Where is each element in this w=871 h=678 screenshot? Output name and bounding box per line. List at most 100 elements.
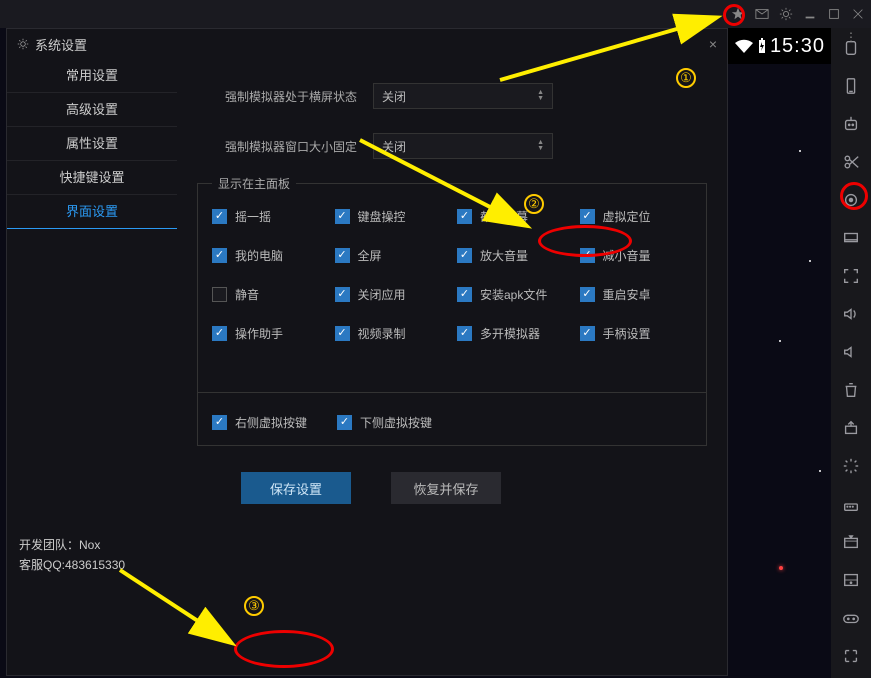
nav-item-2[interactable]: 属性设置 <box>7 127 177 161</box>
checkbox-键盘操控[interactable]: 键盘操控 <box>335 208 448 225</box>
select-force-fixedsize[interactable]: 关闭 ▲▼ <box>373 133 553 159</box>
checkbox-label: 视频录制 <box>358 325 406 342</box>
label-force-landscape: 强制模拟器处于横屏状态 <box>197 88 357 105</box>
checkbox-label: 操作助手 <box>235 325 283 342</box>
checkbox-全屏[interactable]: 全屏 <box>335 247 448 264</box>
nav-item-1[interactable]: 高级设置 <box>7 93 177 127</box>
checkbox-label: 虚拟定位 <box>603 208 651 225</box>
checkbox-下侧虚拟按键[interactable]: 下侧虚拟按键 <box>337 414 432 431</box>
checkbox-box-icon <box>580 248 595 263</box>
more-dots-icon[interactable]: ⋮ <box>845 30 857 44</box>
app-titlebar <box>0 0 871 28</box>
keyboard-drawer-icon[interactable] <box>841 532 861 552</box>
dialog-footer: 保存设置 恢复并保存 <box>197 446 707 504</box>
expand-icon[interactable] <box>841 646 861 666</box>
checkbox-box-icon <box>457 248 472 263</box>
checkbox-静音[interactable]: 静音 <box>212 286 325 303</box>
settings-dialog: 系统设置 × 常用设置高级设置属性设置快捷键设置界面设置 强制模拟器处于横屏状态… <box>6 28 728 676</box>
checkbox-放大音量[interactable]: 放大音量 <box>457 247 570 264</box>
checkbox-label: 下侧虚拟按键 <box>360 414 432 431</box>
maximize-icon[interactable] <box>827 7 841 21</box>
group-virtual-keys: 右侧虚拟按键 下侧虚拟按键 <box>197 392 707 446</box>
checkbox-box-icon <box>457 287 472 302</box>
checkbox-label: 摇一摇 <box>235 208 271 225</box>
checkbox-label: 重启安卓 <box>603 286 651 303</box>
loading-icon[interactable] <box>841 456 861 476</box>
dev-info: 开发团队：Nox 客服QQ:483615330 <box>19 535 125 575</box>
drawer-icon[interactable] <box>841 570 861 590</box>
checkbox-label: 减小音量 <box>603 247 651 264</box>
dialog-title: 系统设置 <box>35 35 87 54</box>
checkbox-减小音量[interactable]: 减小音量 <box>580 247 693 264</box>
nav-item-3[interactable]: 快捷键设置 <box>7 161 177 195</box>
checkbox-box-icon <box>580 326 595 341</box>
checkbox-右侧虚拟按键[interactable]: 右侧虚拟按键 <box>212 414 307 431</box>
checkbox-box-icon <box>212 287 227 302</box>
display-icon[interactable] <box>841 228 861 248</box>
checkbox-多开模拟器[interactable]: 多开模拟器 <box>457 325 570 342</box>
checkbox-label: 安装apk文件 <box>480 286 547 303</box>
fullscreen-icon[interactable] <box>841 266 861 286</box>
checkbox-box-icon <box>580 209 595 224</box>
star-decoration <box>779 566 783 570</box>
checkbox-label: 我的电脑 <box>235 247 283 264</box>
checkbox-关闭应用[interactable]: 关闭应用 <box>335 286 448 303</box>
checkbox-box-icon <box>335 326 350 341</box>
checkbox-label: 多开模拟器 <box>480 325 540 342</box>
phone-icon[interactable] <box>841 76 861 96</box>
dialog-header: 系统设置 × <box>7 29 727 59</box>
checkbox-box-icon <box>212 415 227 430</box>
checkbox-box-icon <box>212 248 227 263</box>
settings-nav: 常用设置高级设置属性设置快捷键设置界面设置 <box>7 59 177 675</box>
checkbox-虚拟定位[interactable]: 虚拟定位 <box>580 208 693 225</box>
gear-icon <box>17 38 29 50</box>
checkbox-截取屏幕[interactable]: 截取屏幕 <box>457 208 570 225</box>
checkbox-label: 右侧虚拟按键 <box>235 414 307 431</box>
trash-icon[interactable] <box>841 380 861 400</box>
save-button-label: 保存设置 <box>270 479 322 498</box>
emulator-right-toolbar: ⋮ <box>831 28 871 678</box>
checkbox-box-icon <box>580 287 595 302</box>
mouse-icon[interactable] <box>841 494 861 514</box>
checkbox-视频录制[interactable]: 视频录制 <box>335 325 448 342</box>
dialog-close-icon[interactable]: × <box>709 36 717 52</box>
pin-icon[interactable] <box>731 7 745 21</box>
restore-button[interactable]: 恢复并保存 <box>391 472 501 504</box>
volume-up-icon[interactable] <box>841 304 861 324</box>
checkbox-box-icon <box>335 287 350 302</box>
settings-content: 强制模拟器处于横屏状态 关闭 ▲▼ 强制模拟器窗口大小固定 关闭 ▲▼ 显示在主… <box>177 59 727 675</box>
select-force-landscape[interactable]: 关闭 ▲▼ <box>373 83 553 109</box>
checkbox-重启安卓[interactable]: 重启安卓 <box>580 286 693 303</box>
location-icon[interactable] <box>841 190 861 210</box>
gamepad-icon[interactable] <box>841 608 861 628</box>
checkbox-label: 放大音量 <box>480 247 528 264</box>
checkbox-label: 截取屏幕 <box>480 208 528 225</box>
select-value: 关闭 <box>382 88 406 105</box>
checkbox-label: 键盘操控 <box>358 208 406 225</box>
close-icon[interactable] <box>851 7 865 21</box>
star-decoration <box>779 340 781 342</box>
nav-item-0[interactable]: 常用设置 <box>7 59 177 93</box>
nav-item-4[interactable]: 界面设置 <box>7 195 177 229</box>
checkbox-安装apk文件[interactable]: 安装apk文件 <box>457 286 570 303</box>
volume-down-icon[interactable] <box>841 342 861 362</box>
gear-icon[interactable] <box>779 7 793 21</box>
minimize-icon[interactable] <box>803 7 817 21</box>
checkbox-box-icon <box>337 415 352 430</box>
checkbox-手柄设置[interactable]: 手柄设置 <box>580 325 693 342</box>
checkbox-摇一摇[interactable]: 摇一摇 <box>212 208 325 225</box>
mail-icon[interactable] <box>755 7 769 21</box>
apk-icon[interactable] <box>841 418 861 438</box>
scissors-icon[interactable] <box>841 152 861 172</box>
save-button[interactable]: 保存设置 <box>241 472 351 504</box>
form-row-fixedsize: 强制模拟器窗口大小固定 关闭 ▲▼ <box>197 133 707 159</box>
robot-icon[interactable] <box>841 114 861 134</box>
battery-icon <box>758 38 766 54</box>
checkbox-操作助手[interactable]: 操作助手 <box>212 325 325 342</box>
checkbox-label: 静音 <box>235 286 259 303</box>
checkbox-label: 全屏 <box>358 247 382 264</box>
checkbox-我的电脑[interactable]: 我的电脑 <box>212 247 325 264</box>
checkbox-box-icon <box>212 209 227 224</box>
checkbox-box-icon <box>335 248 350 263</box>
group-title: 显示在主面板 <box>212 175 296 192</box>
